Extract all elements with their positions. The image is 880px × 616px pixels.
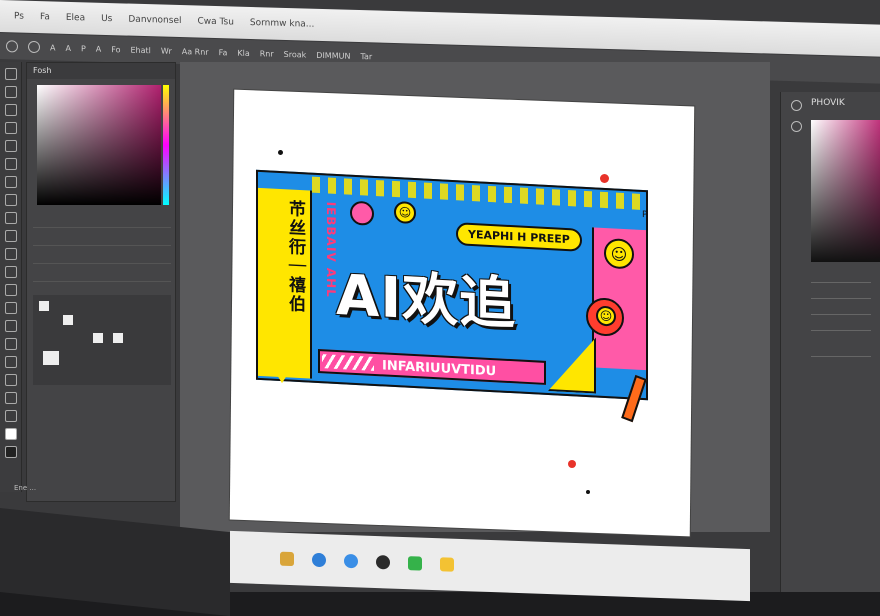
move-tool-icon[interactable]	[4, 68, 17, 80]
option-fa[interactable]: Fa	[219, 48, 228, 57]
layer-thumbnail[interactable]	[93, 333, 103, 343]
smiley-face-icon: ☺	[596, 305, 616, 327]
marquee-tool-icon[interactable]	[4, 86, 17, 98]
panel-row[interactable]	[811, 290, 871, 299]
brush-tool-icon[interactable]	[4, 194, 17, 206]
option-wr[interactable]: Wr	[161, 46, 172, 55]
layer-thumbnail[interactable]	[43, 351, 59, 365]
background-color-icon[interactable]	[4, 446, 17, 458]
type-tool-icon[interactable]	[4, 338, 17, 350]
monitor-screen: Ps Fa Elea Us Danvnonsel Cwa Tsu Sornmw …	[0, 0, 880, 616]
panel-row[interactable]	[811, 306, 871, 315]
red-dot	[600, 174, 609, 183]
panel-row[interactable]	[33, 267, 171, 282]
properties-icon[interactable]	[791, 121, 802, 132]
color-picker-field[interactable]	[37, 85, 161, 205]
healing-tool-icon[interactable]	[4, 176, 17, 188]
zoom-tool-icon[interactable]	[4, 410, 17, 422]
triangle-decoration	[272, 366, 292, 384]
panel-row[interactable]	[811, 322, 871, 331]
banner-stripes	[322, 354, 374, 371]
option-kla[interactable]: Kla	[237, 48, 249, 57]
option-rnr[interactable]: Rnr	[260, 49, 274, 58]
option-ehatl[interactable]: Ehatl	[131, 45, 151, 55]
option-aa-rnr[interactable]: Aa Rnr	[182, 47, 209, 57]
status-bar: Ene ...	[14, 484, 37, 492]
browser-icon[interactable]	[312, 552, 326, 568]
eyedropper-tool-icon[interactable]	[4, 158, 17, 170]
option-fo[interactable]: Fo	[111, 45, 120, 54]
history-icon[interactable]	[791, 100, 802, 111]
hue-slider[interactable]	[163, 85, 169, 205]
banner-artwork[interactable]: 芇丝衎｜禧伯 IEBBAIV AHL ☺ YEAPHI H PREEP ☺ ☺ …	[256, 169, 648, 439]
file-explorer-icon[interactable]	[280, 551, 294, 567]
panel-row[interactable]	[811, 274, 871, 283]
stamp-tool-icon[interactable]	[4, 212, 17, 224]
quick-select-tool-icon[interactable]	[4, 122, 17, 134]
right-panel-title: PHOVIK	[811, 98, 845, 108]
chrome-icon[interactable]	[376, 555, 390, 570]
color-panel: Fosh	[26, 62, 176, 502]
menu-item-window[interactable]: Sornmw kna...	[250, 18, 314, 30]
path-select-tool-icon[interactable]	[4, 356, 17, 368]
option-sroak[interactable]: Sroak	[284, 49, 307, 59]
black-dot	[278, 150, 283, 155]
option-tar[interactable]: Tar	[360, 52, 372, 61]
option-p[interactable]: P	[81, 44, 86, 53]
red-dot	[568, 460, 576, 468]
taskbar	[230, 530, 750, 602]
layer-thumbnail[interactable]	[113, 333, 123, 343]
home-icon[interactable]	[6, 40, 18, 53]
eraser-tool-icon[interactable]	[4, 248, 17, 260]
panel-row[interactable]	[811, 348, 871, 357]
banner-pink-side-text: IEBBAIV AHL	[324, 201, 338, 299]
menu-item-file[interactable]: Fa	[40, 12, 50, 22]
history-brush-tool-icon[interactable]	[4, 230, 17, 242]
right-color-picker[interactable]	[811, 120, 880, 262]
lasso-tool-icon[interactable]	[4, 104, 17, 116]
crop-tool-icon[interactable]	[4, 140, 17, 152]
menu-item-type[interactable]: Cwa Tsu	[198, 17, 234, 28]
menu-item-layer[interactable]: Danvnonsel	[128, 15, 181, 26]
panel-row[interactable]	[33, 231, 171, 246]
shape-tool-icon[interactable]	[4, 374, 17, 386]
dodge-tool-icon[interactable]	[4, 302, 17, 314]
option-a3[interactable]: A	[96, 44, 101, 53]
option-a2[interactable]: A	[65, 43, 70, 52]
layer-thumbnail[interactable]	[39, 301, 49, 311]
pen-tool-icon[interactable]	[4, 320, 17, 332]
right-panel: PHOVIK	[780, 92, 880, 592]
foreground-color-icon[interactable]	[4, 428, 17, 440]
gradient-tool-icon[interactable]	[4, 266, 17, 278]
option-dimmun[interactable]: DIMMUN	[316, 50, 350, 60]
color-panel-title: Fosh	[27, 63, 175, 79]
option-a1[interactable]: A	[50, 43, 55, 52]
menu-item-edit[interactable]: Elea	[66, 13, 85, 24]
folder-icon[interactable]	[440, 557, 454, 572]
smiley-face-icon: ☺	[394, 200, 416, 225]
menu-item-ps[interactable]: Ps	[14, 11, 24, 21]
app-icon[interactable]	[408, 556, 422, 571]
banner-headline: AI欢追	[336, 262, 517, 338]
banner-side-text: 芇丝衎｜禧伯	[285, 199, 305, 315]
banner-corner-mark: P	[642, 209, 648, 221]
hand-tool-icon[interactable]	[4, 392, 17, 404]
tools-panel	[0, 62, 22, 492]
layers-panel	[33, 295, 171, 385]
layer-thumbnail[interactable]	[63, 315, 73, 325]
tool-preset-icon[interactable]	[28, 40, 40, 54]
menu-item-image[interactable]: Us	[101, 14, 112, 24]
pink-ball-decoration	[350, 200, 374, 226]
smiley-face-icon: ☺	[604, 237, 634, 270]
right-panel-icons	[791, 100, 802, 132]
edge-browser-icon[interactable]	[344, 553, 358, 569]
black-dot	[586, 490, 590, 494]
panel-row[interactable]	[33, 249, 171, 264]
blur-tool-icon[interactable]	[4, 284, 17, 296]
panel-row[interactable]	[33, 213, 171, 228]
